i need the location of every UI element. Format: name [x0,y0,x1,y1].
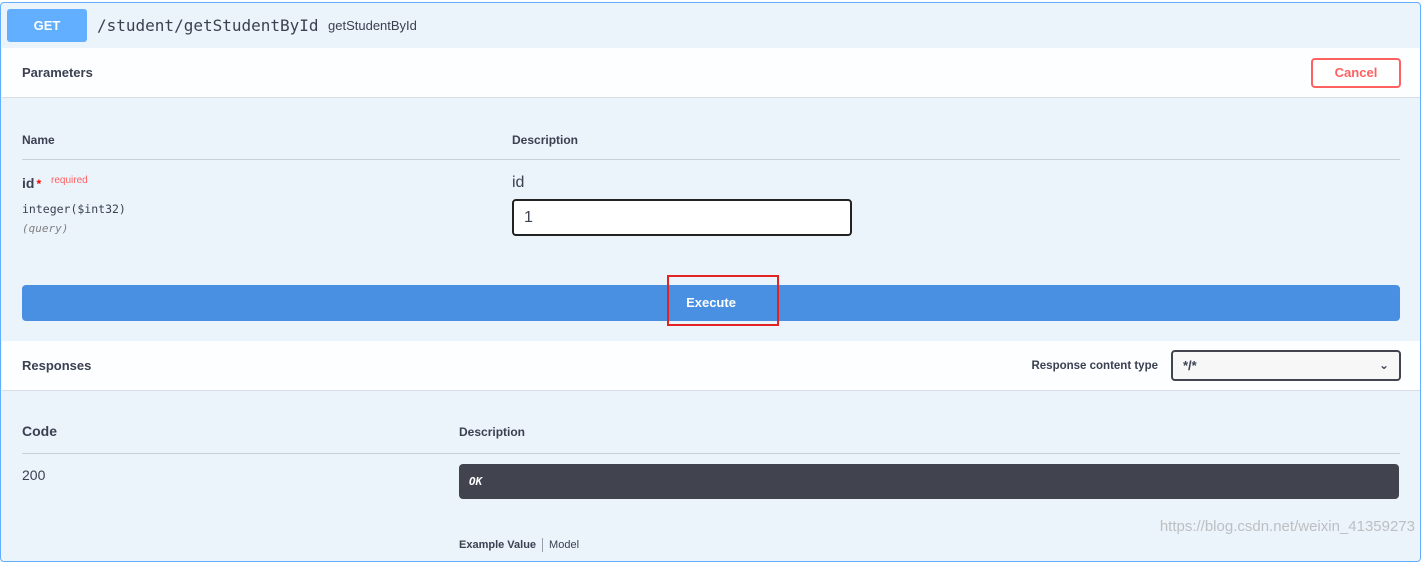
parameter-id-input[interactable] [512,199,852,236]
parameter-description: id [512,174,525,191]
parameters-title: Parameters [22,65,93,80]
endpoint-path: /student/getStudentById [97,16,319,35]
responses-header: Responses Response content type */* ⌄ [2,341,1420,391]
column-header-response-description: Description [459,425,526,439]
model-tab[interactable]: Model [549,539,579,551]
parameter-type: integer($int32) [22,202,126,216]
example-value-tab[interactable]: Example Value [459,539,536,551]
responses-header-divider [22,453,1400,454]
chevron-down-icon: ⌄ [1378,358,1389,372]
response-code: 200 [22,467,46,483]
operation-summary[interactable]: GET /student/getStudentById getStudentBy… [1,3,1420,48]
cancel-button[interactable]: Cancel [1311,58,1401,88]
parameter-location: (query) [22,222,69,235]
tab-separator [542,538,544,552]
required-label: required [51,175,88,186]
endpoint-description: getStudentById [328,18,417,33]
parameters-header-divider [22,159,1400,160]
http-method-badge: GET [7,9,87,42]
response-content-type-value: */* [1183,358,1197,373]
required-star: * [36,177,42,191]
column-header-code: Code [22,423,57,439]
column-header-description: Description [512,133,579,147]
watermark: https://blog.csdn.net/weixin_41359273 [1159,518,1415,535]
operation-block: GET /student/getStudentById getStudentBy… [0,2,1421,562]
example-tabs: Example Value Model [459,538,579,552]
parameters-header: Parameters Cancel [2,48,1420,98]
column-header-name: Name [22,133,55,147]
response-description-box: OK [459,464,1399,499]
responses-title: Responses [22,358,92,373]
response-content-type-label: Response content type [1031,360,1158,372]
execute-button[interactable]: Execute [22,285,1400,321]
response-content-type-select[interactable]: */* ⌄ [1171,350,1401,381]
parameter-name: id * [22,175,42,191]
